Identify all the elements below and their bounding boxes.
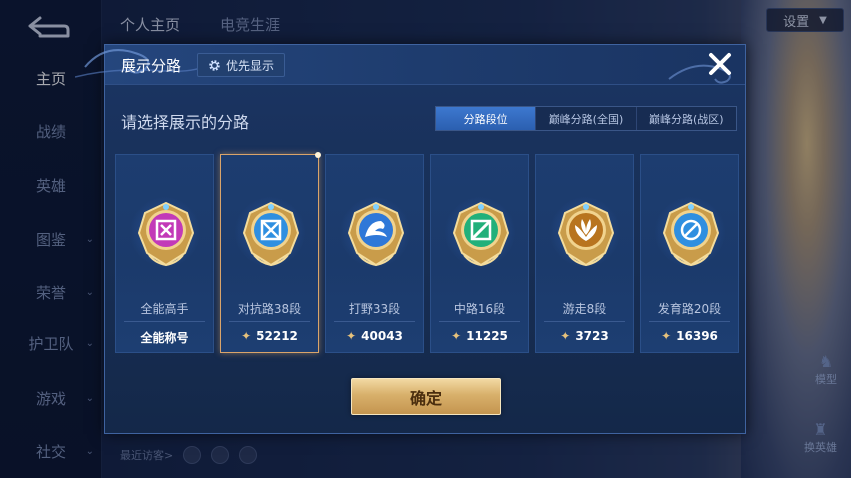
card-divider [544,321,625,322]
close-button[interactable] [705,49,735,79]
lane-score: ✦ 40043 [326,329,423,343]
segment-tab[interactable]: 巅峰分路(全国) [536,107,637,130]
gear-icon [209,59,220,71]
lane-score: 全能称号 [116,329,213,346]
lane-rank-label: 发育路20段 [657,302,722,316]
segment-tab[interactable]: 分路段位 [436,107,537,130]
lane-score: ✦ 11225 [431,329,528,343]
lane-card[interactable]: 游走8段 ✦ 3723 [535,154,634,353]
priority-display-label: 优先显示 [225,58,274,73]
power-score-icon: ✦ [560,329,571,343]
lane-score: ✦ 52212 [221,329,318,343]
lane-rank-label: 中路16段 [453,302,506,316]
lane-card[interactable]: 发育路20段 ✦ 16396 [640,154,739,353]
lane-score: ✦ 3723 [536,329,633,343]
lane-card[interactable]: 打野33段 ✦ 40043 [325,154,424,353]
lane-score-value: 3723 [575,329,609,343]
power-score-icon: ✦ [661,329,672,343]
lane-card[interactable]: 中路16段 ✦ 11225 [430,154,529,353]
mid-lane-badge-icon [452,201,510,267]
power-score-icon: ✦ [241,329,252,343]
lane-rank-label: 全能高手 [140,302,189,316]
dialog-subtitle: 请选择展示的分路 [121,113,250,132]
dialog-header: 展示分路 优先显示 [75,45,745,85]
farm-lane-badge-icon [662,201,720,267]
dialog-title: 展示分路 [121,57,182,75]
card-divider [229,321,310,322]
priority-display-button[interactable]: 优先显示 [197,53,285,77]
lane-card[interactable]: 对抗路38段 ✦ 52212 [220,152,321,353]
all-round-badge-icon [137,201,195,267]
lane-rank-label: 对抗路38段 [237,302,302,316]
lane-card[interactable]: 全能高手 全能称号 [115,154,214,353]
lane-score-value: 16396 [676,329,718,343]
confirm-label: 确定 [409,388,442,408]
card-divider [439,321,520,322]
power-score-icon: ✦ [346,329,357,343]
lane-type-segmented-control: 分路段位 巅峰分路(全国) 巅峰分路(战区) [435,106,737,131]
lane-score: ✦ 16396 [641,329,738,343]
lane-rank-label: 游走8段 [562,302,607,316]
lane-score-value: 全能称号 [140,331,189,345]
card-divider [124,321,205,322]
lane-score-value: 11225 [466,329,508,343]
lane-score-value: 40043 [361,329,403,343]
selection-sparkle [315,152,321,158]
lane-display-dialog: 展示分路 优先显示 请选择展示的分路 分路段位 巅峰分路(全国) 巅峰分路(战区) … [75,44,746,434]
segment-tab[interactable]: 巅峰分路(战区) [637,107,736,130]
clash-lane-badge-icon [242,201,300,267]
power-score-icon: ✦ [451,329,462,343]
confirm-button[interactable]: 确定 [351,378,501,415]
card-divider [649,321,730,322]
close-icon [709,53,731,75]
jungle-badge-icon [347,201,405,267]
card-divider [334,321,415,322]
lane-rank-label: 打野33段 [348,302,401,316]
lane-score-value: 52212 [256,329,298,343]
roam-badge-icon [557,201,615,267]
